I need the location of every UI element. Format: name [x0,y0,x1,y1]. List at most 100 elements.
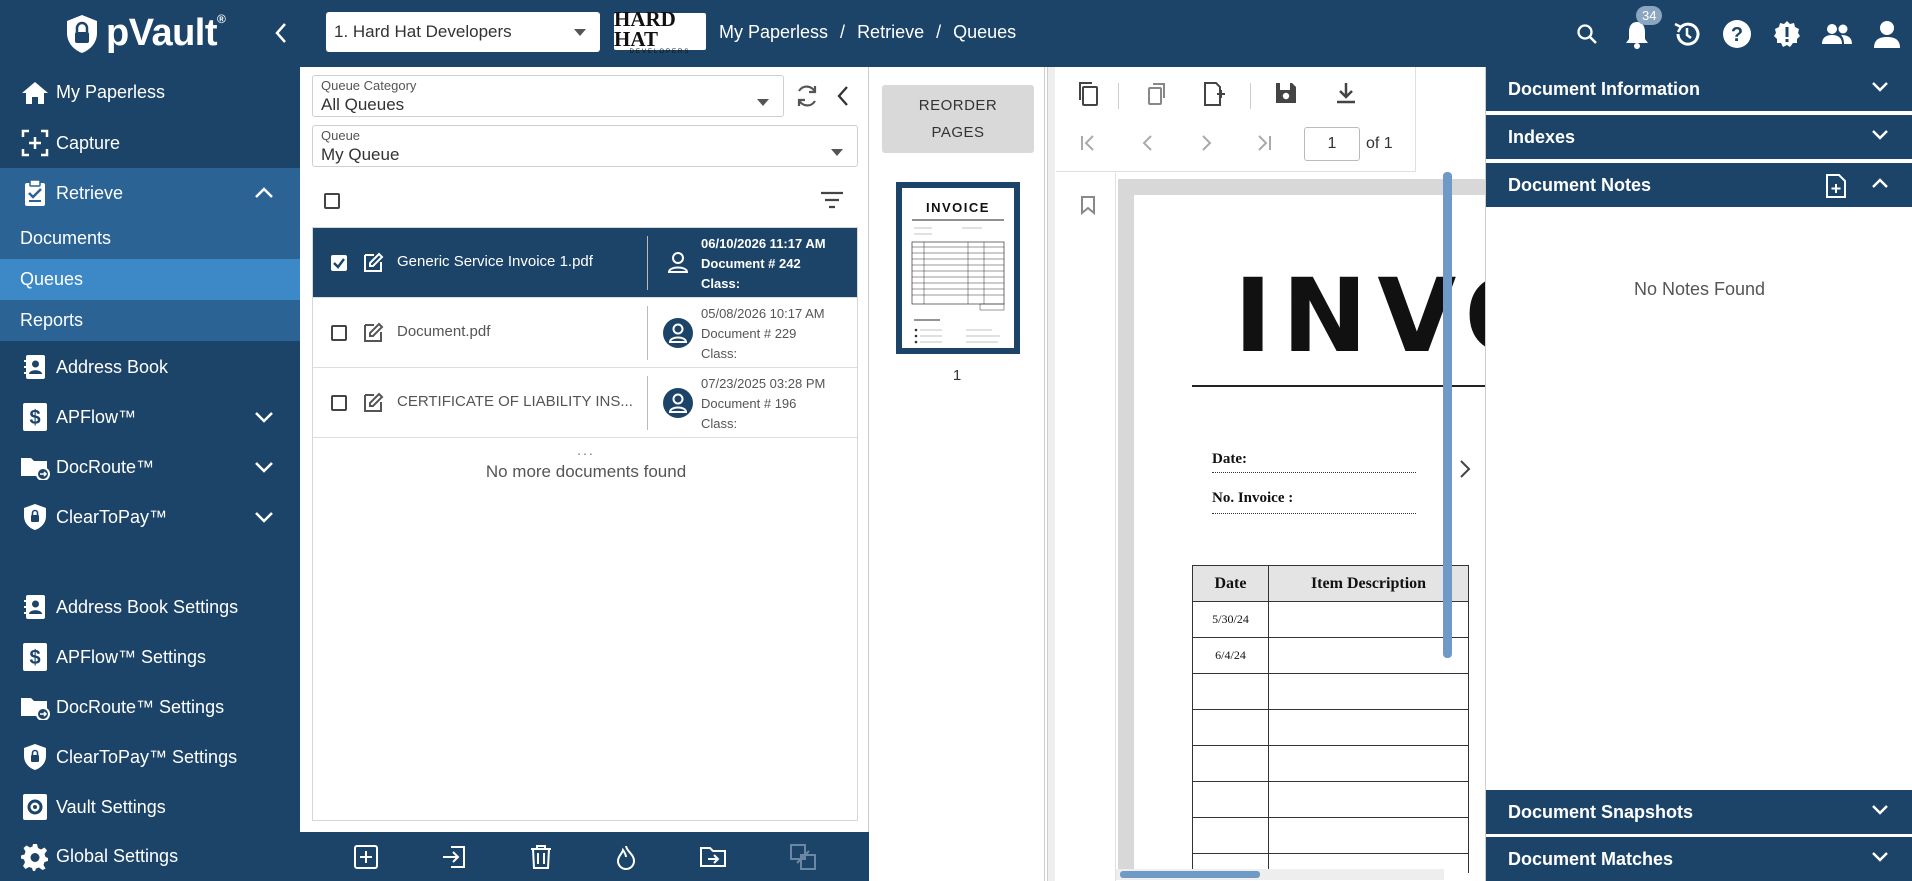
assignee-avatar[interactable] [663,388,693,418]
sidebar-item-capture[interactable]: Capture [0,118,300,168]
svg-text:$: $ [29,647,40,669]
add-document-button[interactable] [353,844,379,870]
download-button[interactable] [1334,81,1358,105]
save-button[interactable] [1274,81,1298,105]
document-name: CERTIFICATE OF LIABILITY INS... [397,393,633,410]
move-document-button[interactable] [441,844,467,870]
section-document-snapshots[interactable]: Document Snapshots [1486,790,1912,834]
section-document-matches[interactable]: Document Matches [1486,837,1912,881]
chevron-down-icon [1872,805,1888,815]
chevron-up-icon [255,187,273,198]
collapse-sidebar-button[interactable] [270,20,292,46]
page-number-input[interactable]: 1 [1304,127,1360,161]
reorder-pages-button[interactable]: REORDER PAGES [882,85,1034,153]
document-row[interactable]: Document.pdf 05/08/2026 10:17 AM Documen… [313,298,857,368]
priority-button[interactable] [615,844,637,870]
section-indexes[interactable]: Indexes [1486,115,1912,159]
section-document-notes[interactable]: Document Notes [1486,163,1912,207]
route-to-folder-button[interactable] [699,845,727,869]
sidebar-item-global-settings[interactable]: Global Settings [0,832,300,881]
sidebar-item-address-book[interactable]: Address Book [0,342,300,392]
history-button[interactable] [1662,0,1712,67]
rotate-page-button[interactable] [1144,81,1168,107]
assignee-avatar[interactable] [663,318,693,348]
viewer-vertical-scrollbar[interactable] [1443,172,1452,658]
select-all-checkbox[interactable] [324,193,340,209]
merge-documents-button[interactable] [789,843,817,871]
breadcrumb-my-paperless[interactable]: My Paperless [719,22,828,43]
add-note-button[interactable] [1825,173,1847,199]
invoice-cell-description [1268,673,1469,710]
chevron-right-icon [1202,135,1212,151]
document-date: 06/10/2026 11:17 AM [701,236,826,251]
expand-viewer-button[interactable] [1458,458,1472,480]
sidebar-subitem-queues[interactable]: Queues [0,259,300,300]
sidebar-item-apflow[interactable]: $ APFlow™ [0,392,300,442]
sidebar-item-vault-settings[interactable]: Vault Settings [0,782,300,832]
row-divider [647,236,648,290]
sidebar-item-apflow-settings[interactable]: $ APFlow™ Settings [0,632,300,682]
delete-document-button[interactable] [529,844,553,870]
account-button[interactable] [1862,0,1912,67]
help-button[interactable]: ? [1712,0,1762,67]
document-list: Generic Service Invoice 1.pdf 06/10/2026… [312,227,858,821]
document-number: Document # 196 [701,396,797,411]
app-logo[interactable]: pVault® [64,12,226,55]
sidebar-item-docroute-settings[interactable]: DocRoute™ Settings [0,682,300,732]
assignee-avatar[interactable] [663,248,693,278]
first-page-button[interactable] [1078,133,1098,153]
notifications-button[interactable]: 34 [1612,0,1663,67]
queue-toolbar [300,832,870,881]
breadcrumb-separator: / [840,22,846,42]
sidebar-item-retrieve[interactable]: Retrieve [0,168,300,218]
refresh-button[interactable] [794,83,820,109]
sidebar-subitem-documents[interactable]: Documents [0,218,300,259]
edit-document-button[interactable] [361,391,385,415]
row-checkbox[interactable] [331,325,347,341]
document-row[interactable]: Generic Service Invoice 1.pdf 06/10/2026… [313,228,857,298]
row-checkbox[interactable] [331,395,347,411]
sidebar-item-address-book-settings[interactable]: Address Book Settings [0,582,300,632]
collapse-queue-panel-button[interactable] [834,84,852,108]
section-document-information[interactable]: Document Information [1486,67,1912,111]
next-page-button[interactable] [1196,133,1216,153]
sidebar-subitem-reports[interactable]: Reports [0,300,300,341]
chevron-down-icon [255,412,273,423]
filter-icon [821,191,843,209]
bookmark-icon [1081,196,1095,215]
sidebar-item-docroute[interactable]: DocRoute™ [0,442,300,492]
help-icon: ? [1723,19,1751,48]
alert-icon [1774,20,1800,47]
edit-icon [364,322,384,342]
sidebar-item-cleartopay[interactable]: ClearToPay™ [0,492,300,542]
sidebar-item-my-paperless[interactable]: My Paperless [0,67,300,118]
breadcrumb-retrieve[interactable]: Retrieve [857,22,924,43]
filter-button[interactable] [820,191,844,209]
thumbnail-scrollbar[interactable] [1047,67,1055,881]
users-button[interactable] [1812,0,1862,67]
page-thumbnail[interactable]: INVOICE [896,182,1020,354]
sidebar-item-cleartopay-settings[interactable]: ClearToPay™ Settings [0,732,300,782]
last-page-button[interactable] [1254,133,1274,153]
edit-document-button[interactable] [361,251,385,275]
thumbnail-page-number: 1 [952,367,962,384]
insert-page-button[interactable] [1202,81,1228,107]
queue-label: Queue [321,128,361,143]
rotate-page-icon [1148,83,1165,105]
document-row[interactable]: CERTIFICATE OF LIABILITY INS... 07/23/20… [313,368,857,438]
tenant-select[interactable]: 1. Hard Hat Developers [326,12,600,52]
notification-badge: 34 [1636,6,1663,25]
docroute-icon [21,458,50,480]
copy-page-button[interactable] [1076,81,1100,107]
edit-document-button[interactable] [361,321,385,345]
queue-category-select[interactable]: Queue Category All Queues [312,75,784,117]
search-button[interactable] [1562,0,1612,67]
row-checkbox[interactable] [331,255,347,271]
previous-page-button[interactable] [1138,133,1158,153]
viewer-horizontal-scrollbar[interactable] [1120,871,1260,878]
address-book-icon [24,595,45,619]
alerts-button[interactable] [1762,0,1812,67]
gear-icon [21,843,48,871]
bookmark-button[interactable] [1080,195,1096,215]
queue-select[interactable]: Queue My Queue [312,125,858,167]
